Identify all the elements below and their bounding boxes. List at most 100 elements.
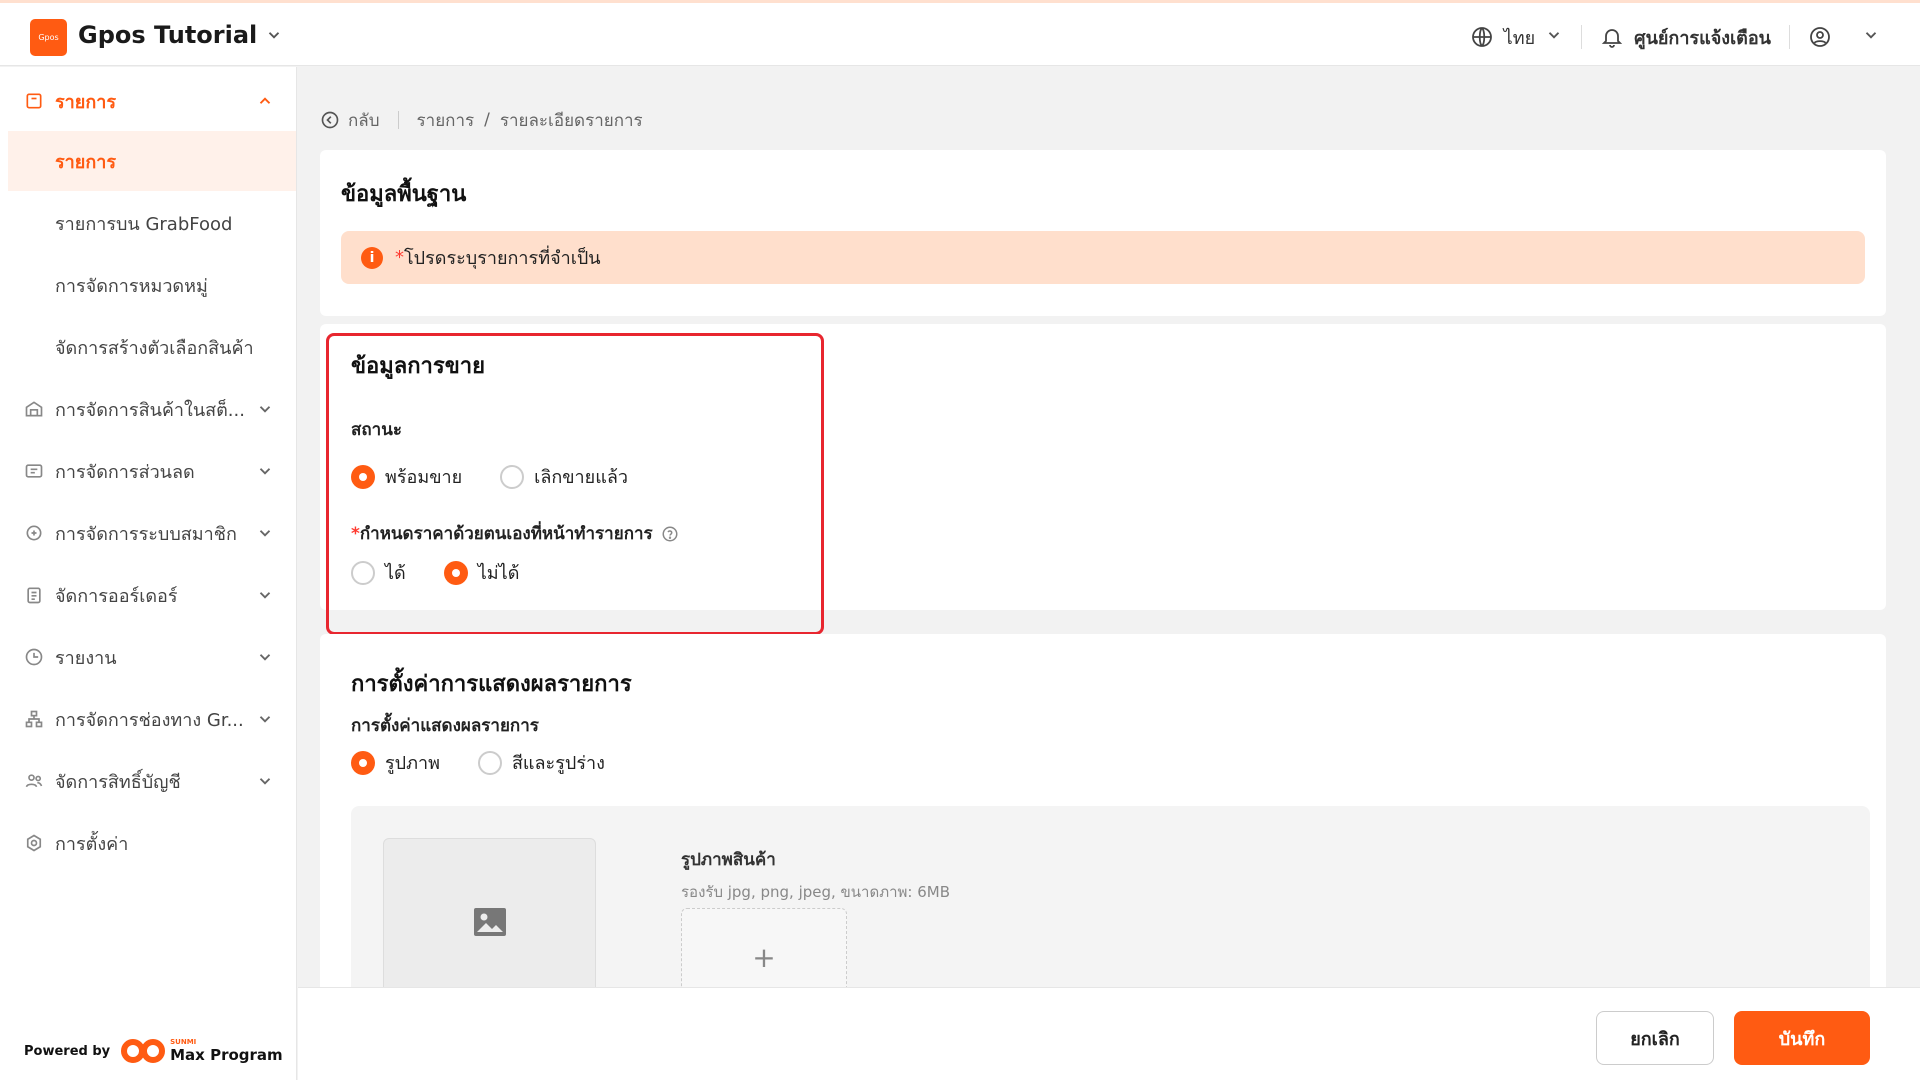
chevron-down-icon — [259, 530, 271, 537]
sunmi-label: SUNMI — [170, 1037, 197, 1046]
chevron-down-icon — [259, 654, 271, 661]
product-image-label: รูปภาพสินค้า — [681, 850, 776, 870]
back-label: กลับ — [348, 110, 380, 131]
sidebar-item-label: จัดการออร์เดอร์ — [55, 585, 178, 607]
required-star: * — [395, 247, 404, 268]
box-icon — [26, 93, 42, 109]
divider — [397, 111, 399, 129]
sidebar-item-label: รายการ — [55, 151, 116, 173]
image-panel: รูปภาพสินค้า รองรับ jpg, png, jpeg, ขนาด… — [351, 806, 1870, 1006]
breadcrumb-items[interactable]: รายการ — [417, 107, 475, 134]
sidebar-item-label: การจัดการช่องทาง Gr... — [55, 709, 244, 731]
globe-icon — [1471, 27, 1492, 47]
chevron-down-icon — [259, 592, 271, 599]
top-header: Gpos Gpos Tutorial ไทย ศูนย์การแจ้งเตือน — [0, 0, 1920, 66]
language-selector[interactable]: ไทย — [1470, 23, 1563, 52]
breadcrumb: กลับ รายการ / รายละเอียดรายการ — [320, 108, 643, 132]
sidebar-item-label: รายการบน GrabFood — [55, 213, 233, 235]
sidebar-item-label: รายการ — [55, 91, 116, 113]
warehouse-icon — [25, 401, 43, 417]
sidebar-item-discounts[interactable]: การจัดการส่วนลด — [8, 441, 296, 501]
notice-text: โปรดระบุรายการที่จำเป็น — [404, 248, 601, 269]
display-mode-radio-group: รูปภาพ สีและรูปร่าง — [351, 748, 643, 777]
infinity-logo-icon — [121, 1039, 166, 1063]
sidebar-subitem-options[interactable]: จัดการสร้างตัวเลือกสินค้า — [8, 317, 296, 377]
chevron-up-icon — [259, 97, 271, 104]
back-link[interactable]: กลับ — [320, 107, 380, 134]
breadcrumb-current: รายละเอียดรายการ — [499, 110, 643, 131]
chevron-down-icon — [259, 778, 271, 785]
chevron-down-icon — [259, 468, 271, 475]
display-settings-label: การตั้งค่าแสดงผลรายการ — [351, 712, 539, 739]
clock-icon — [25, 648, 43, 666]
sidebar-item-membership[interactable]: การจัดการระบบสมาชิก — [8, 503, 296, 563]
sidebar-item-label: จัดการสิทธิ์บัญชี — [55, 771, 181, 793]
user-avatar-icon — [1810, 27, 1830, 47]
chevron-down-icon — [259, 406, 271, 413]
back-arrow-icon — [321, 111, 339, 129]
divider — [1581, 25, 1583, 49]
sidebar-subitem-items[interactable]: รายการ — [8, 131, 296, 191]
save-button[interactable]: บันทึก — [1734, 1011, 1870, 1065]
notification-center[interactable]: ศูนย์การแจ้งเตือน — [1600, 23, 1771, 52]
ticket-icon — [25, 464, 43, 478]
sidebar-item-label: การตั้งค่า — [55, 833, 129, 855]
sidebar-item-label: รายงาน — [55, 647, 117, 669]
sidebar-item-orders[interactable]: จัดการออร์เดอร์ — [8, 565, 296, 625]
max-program-logo: SUNMI Max Program — [120, 1038, 283, 1064]
sidebar-item-items[interactable]: รายการ — [8, 71, 296, 131]
display-settings-title: การตั้งค่าการแสดงผลรายการ — [351, 672, 632, 697]
basic-info-title: ข้อมูลพื้นฐาน — [341, 182, 467, 207]
hierarchy-icon — [25, 710, 43, 728]
radio-label: สีและรูปร่าง — [511, 753, 605, 774]
radio-selected[interactable] — [351, 750, 375, 775]
brand-name: Max Program — [170, 1045, 283, 1064]
language-label: ไทย — [1503, 27, 1536, 49]
display-option-image[interactable]: รูปภาพ — [351, 748, 440, 777]
bell-icon — [1601, 29, 1623, 48]
member-icon — [26, 525, 42, 541]
user-menu[interactable] — [1808, 25, 1880, 49]
powered-by-label: Powered by — [24, 1043, 111, 1059]
display-option-color-shape[interactable]: สีและรูปร่าง — [477, 748, 605, 777]
highlight-annotation — [326, 333, 824, 635]
image-placeholder-icon — [473, 908, 506, 936]
sidebar-item-label: การจัดการส่วนลด — [55, 461, 195, 483]
notification-label: ศูนย์การแจ้งเตือน — [1634, 27, 1771, 49]
sidebar-item-label: การจัดการระบบสมาชิก — [55, 523, 237, 545]
clipboard-icon — [27, 587, 41, 604]
sidebar-item-channels[interactable]: การจัดการช่องทาง Gr... — [8, 689, 296, 749]
chevron-down-icon — [269, 32, 280, 39]
cancel-button[interactable]: ยกเลิก — [1596, 1011, 1714, 1065]
sidebar-item-stock[interactable]: การจัดการสินค้าในสต็... — [8, 379, 296, 439]
app-logo[interactable]: Gpos — [30, 19, 67, 56]
divider — [1789, 25, 1790, 49]
required-notice: i * โปรดระบุรายการที่จำเป็น — [341, 231, 1865, 284]
info-icon: i — [361, 246, 383, 269]
breadcrumb-divider: / — [484, 110, 490, 130]
sidebar-item-settings[interactable]: การตั้งค่า — [8, 813, 296, 873]
image-preview — [383, 838, 596, 1006]
settings-icon — [26, 834, 42, 852]
users-icon — [25, 774, 43, 788]
sidebar: รายการ รายการ รายการบน GrabFood การจัดกา… — [0, 67, 297, 1080]
plus-icon: + — [752, 940, 776, 974]
radio-label: รูปภาพ — [385, 753, 440, 774]
chevron-down-icon — [1548, 31, 1560, 39]
footer-action-bar: ยกเลิก บันทึก — [298, 987, 1920, 1080]
sidebar-item-label: การจัดการสินค้าในสต็... — [55, 399, 245, 421]
display-settings-label-text: การตั้งค่าแสดงผลรายการ — [351, 716, 539, 736]
sidebar-item-permissions[interactable]: จัดการสิทธิ์บัญชี — [8, 751, 296, 811]
logo-text: Gpos — [38, 33, 59, 42]
sidebar-subitem-categories[interactable]: การจัดการหมวดหมู่ — [8, 255, 296, 315]
sidebar-item-label: จัดการสร้างตัวเลือกสินค้า — [55, 337, 254, 359]
radio-unselected[interactable] — [477, 750, 502, 775]
chevron-down-icon — [1865, 31, 1877, 39]
chevron-down-icon — [259, 716, 271, 723]
app-title: Gpos Tutorial — [78, 21, 258, 49]
app-switcher[interactable]: Gpos Tutorial — [78, 21, 283, 49]
image-format-hint: รองรับ jpg, png, jpeg, ขนาดภาพ: 6MB — [681, 883, 951, 901]
sidebar-item-reports[interactable]: รายงาน — [8, 627, 296, 687]
sidebar-subitem-grabfood[interactable]: รายการบน GrabFood — [8, 193, 296, 253]
sidebar-item-label: การจัดการหมวดหมู่ — [55, 275, 208, 297]
